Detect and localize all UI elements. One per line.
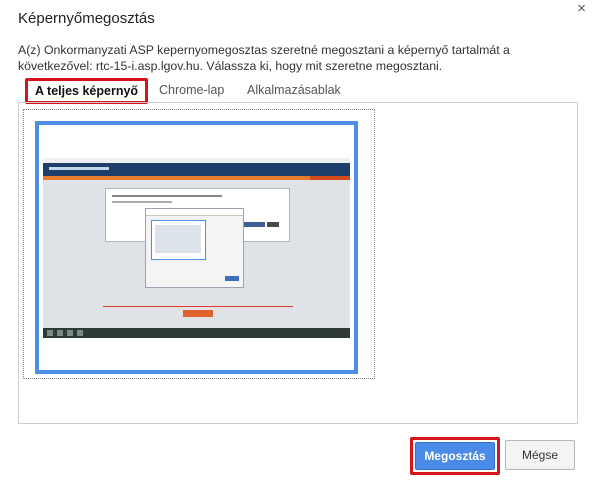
preview-taskbar — [43, 328, 350, 338]
preview-orange-accent — [310, 176, 350, 180]
dialog-title: Képernyőmegosztás — [18, 10, 155, 27]
screen-thumbnail[interactable] — [35, 121, 358, 374]
tab-application-window[interactable]: Alkalmazásablak — [239, 79, 349, 101]
share-button[interactable]: Megosztás — [415, 442, 495, 470]
preview-site-header — [43, 163, 350, 176]
preview-orange-bar — [43, 176, 350, 180]
screen-preview-image — [43, 158, 350, 338]
screen-share-dialog: Képernyőmegosztás × A(z) Onkormanyzati A… — [0, 0, 596, 484]
preview-share-dialog — [145, 208, 244, 288]
dialog-description: A(z) Onkormanyzati ASP kepernyomegosztas… — [18, 43, 510, 73]
tab-chrome-tab[interactable]: Chrome-lap — [151, 79, 232, 101]
close-icon[interactable]: × — [577, 1, 586, 16]
cancel-button[interactable]: Mégse — [505, 440, 575, 470]
preview-red-line — [103, 306, 293, 307]
preview-strip — [183, 310, 213, 317]
share-button-highlight: Megosztás — [410, 437, 500, 475]
tab-bar: A teljes képernyő Chrome-lap Alkalmazása… — [18, 78, 578, 104]
tab-entire-screen[interactable]: A teljes képernyő — [25, 78, 149, 104]
